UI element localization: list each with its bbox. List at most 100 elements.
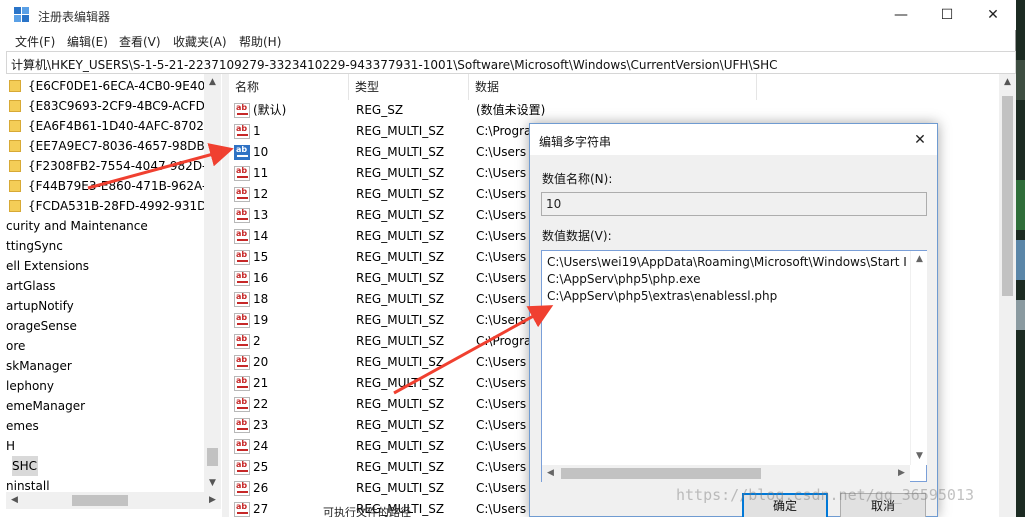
scroll-down-icon[interactable]: ▼ <box>911 448 928 465</box>
value-data: C:\Users <box>476 439 527 453</box>
tree-item-label: ell Extensions <box>6 259 90 273</box>
folder-icon <box>9 80 21 92</box>
tree-item[interactable]: {E6CF0DE1-6ECA-4CB0-9E40-B <box>6 76 206 96</box>
menu-edit[interactable]: 编辑(E) <box>67 33 108 50</box>
scroll-thumb[interactable] <box>561 468 761 479</box>
tree-item[interactable]: emes <box>6 416 206 436</box>
tree-item[interactable]: ore <box>6 336 206 356</box>
tree-item[interactable]: artupNotify <box>6 296 206 316</box>
status-hint: 可执行文件的路径 <box>323 506 411 517</box>
value-name: 23 <box>253 418 269 432</box>
tree-item[interactable]: skManager <box>6 356 206 376</box>
value-name: 27 <box>253 502 269 516</box>
tree-item-label: {FCDA531B-28FD-4992-931D-E <box>28 199 206 213</box>
value-data: C:\Progra <box>476 334 532 348</box>
value-name: 20 <box>253 355 269 369</box>
scroll-up-icon[interactable]: ▲ <box>911 251 928 268</box>
reg-string-icon: ab <box>234 250 250 265</box>
maximize-button[interactable]: ☐ <box>924 0 970 30</box>
data-line: C:\AppServ\php5\extras\enablessl.php <box>547 289 778 303</box>
column-name[interactable]: 名称 <box>229 74 349 100</box>
reg-string-icon: ab <box>234 229 250 244</box>
menu-view[interactable]: 查看(V) <box>119 33 161 50</box>
reg-string-icon: ab <box>234 166 250 181</box>
registry-editor-window: 注册表编辑器 — ☐ ✕ 文件(F) 编辑(E) 查看(V) 收藏夹(A) 帮助… <box>0 0 1016 517</box>
value-name: 26 <box>253 481 269 495</box>
value-type: REG_MULTI_SZ <box>356 313 445 327</box>
tree-horizontal-scrollbar[interactable]: ◀ ▶ <box>6 492 221 509</box>
tree-item[interactable]: {EA6F4B61-1D40-4AFC-8702-C <box>6 116 206 136</box>
tree-item-label: SHC <box>12 459 38 473</box>
tree-vertical-scrollbar[interactable]: ▲ ▼ <box>204 74 221 492</box>
tree-item-label: {EA6F4B61-1D40-4AFC-8702-C <box>28 119 206 133</box>
tree-item-label: {EE7A9EC7-8036-4657-98DB-E <box>28 139 206 153</box>
address-bar[interactable]: 计算机\HKEY_USERS\S-1-5-21-2237109279-33234… <box>6 51 1016 74</box>
value-name: 24 <box>253 439 269 453</box>
value-data: C:\Progra <box>476 124 532 138</box>
tree-item-label: {F44B79E3-E860-471B-962A-0F <box>28 179 206 193</box>
scroll-up-icon[interactable]: ▲ <box>204 74 221 91</box>
tree-item[interactable]: SHC <box>12 456 38 476</box>
tree-item[interactable]: lephony <box>6 376 206 396</box>
scroll-up-icon[interactable]: ▲ <box>999 74 1016 91</box>
column-type[interactable]: 类型 <box>349 74 469 100</box>
list-vertical-scrollbar[interactable]: ▲ <box>999 74 1016 517</box>
value-name: 13 <box>253 208 269 222</box>
data-line: C:\AppServ\php5\php.exe <box>547 272 701 286</box>
tree-item-label: curity and Maintenance <box>6 219 148 233</box>
menu-help[interactable]: 帮助(H) <box>239 33 281 50</box>
tree-item-label: {F2308FB2-7554-4047-982D-43 <box>28 159 206 173</box>
scroll-left-icon[interactable]: ◀ <box>542 465 559 482</box>
tree-item[interactable]: ell Extensions <box>6 256 206 276</box>
value-name: 15 <box>253 250 269 264</box>
reg-string-icon: ab <box>234 145 250 160</box>
tree-item[interactable]: ttingSync <box>6 236 206 256</box>
value-data: C:\Users <box>476 250 527 264</box>
reg-string-icon: ab <box>234 334 250 349</box>
reg-string-icon: ab <box>234 124 250 139</box>
menu-favorites[interactable]: 收藏夹(A) <box>173 33 227 50</box>
tree-item[interactable]: emeManager <box>6 396 206 416</box>
scroll-thumb[interactable] <box>1002 96 1013 296</box>
scroll-thumb[interactable] <box>72 495 128 506</box>
value-data-textarea[interactable]: C:\Users\wei19\AppData\Roaming\Microsoft… <box>541 250 927 482</box>
tree-item-label: artupNotify <box>6 299 74 313</box>
tree-item[interactable]: orageSense <box>6 316 206 336</box>
scroll-thumb[interactable] <box>207 448 218 466</box>
scroll-right-icon[interactable]: ▶ <box>893 465 910 482</box>
tree-item[interactable]: {EE7A9EC7-8036-4657-98DB-E <box>6 136 206 156</box>
tree-item[interactable]: curity and Maintenance <box>6 216 206 236</box>
value-data: (数值未设置) <box>476 103 546 117</box>
tree-item[interactable]: {F2308FB2-7554-4047-982D-43 <box>6 156 206 176</box>
tree-item[interactable]: H <box>6 436 206 456</box>
dialog-close-icon[interactable]: ✕ <box>909 129 931 151</box>
value-data: C:\Users <box>476 313 527 327</box>
scroll-right-icon[interactable]: ▶ <box>204 492 221 509</box>
reg-string-icon: ab <box>234 439 250 454</box>
value-name: 21 <box>253 376 269 390</box>
tree-item[interactable]: {FCDA531B-28FD-4992-931D-E <box>6 196 206 216</box>
tree-item[interactable]: {F44B79E3-E860-471B-962A-0F <box>6 176 206 196</box>
textarea-horizontal-scrollbar[interactable]: ◀ ▶ <box>542 465 910 482</box>
menu-file[interactable]: 文件(F) <box>15 33 55 50</box>
reg-string-icon: ab <box>234 355 250 370</box>
scroll-down-icon[interactable]: ▼ <box>204 475 221 492</box>
value-type: REG_MULTI_SZ <box>356 292 445 306</box>
value-type: REG_MULTI_SZ <box>356 271 445 285</box>
tree-item-label: ttingSync <box>6 239 63 253</box>
reg-string-icon: ab <box>234 481 250 496</box>
close-button[interactable]: ✕ <box>970 0 1016 30</box>
minimize-button[interactable]: — <box>878 0 924 30</box>
table-row[interactable]: ab (默认) REG_SZ (数值未设置) <box>229 100 999 121</box>
value-data: C:\Users <box>476 187 527 201</box>
textarea-vertical-scrollbar[interactable]: ▲ ▼ <box>910 251 927 465</box>
scroll-left-icon[interactable]: ◀ <box>6 492 23 509</box>
value-type: REG_MULTI_SZ <box>356 124 445 138</box>
column-data[interactable]: 数据 <box>469 74 757 100</box>
folder-icon <box>9 160 21 172</box>
tree-item[interactable]: artGlass <box>6 276 206 296</box>
pane-splitter[interactable] <box>222 74 229 517</box>
tree-item[interactable]: {E83C9693-2CF9-4BC9-ACFD-0 <box>6 96 206 116</box>
title-bar: 注册表编辑器 — ☐ ✕ <box>0 0 1016 30</box>
reg-string-icon: ab <box>234 271 250 286</box>
